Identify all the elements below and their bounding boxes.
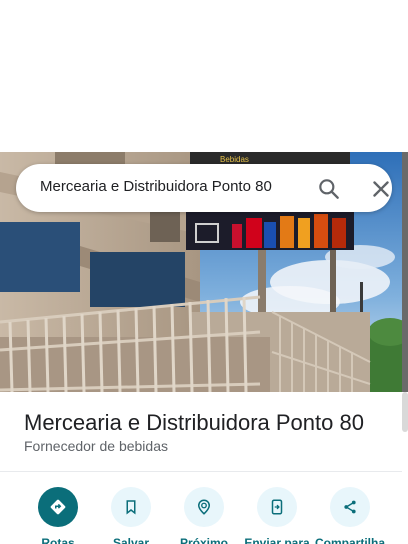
nearby-label: Próximo: [179, 536, 228, 544]
map-blank-area: [0, 0, 408, 152]
search-icon[interactable]: [316, 176, 342, 202]
search-query[interactable]: Mercearia e Distribuidora Ponto 80: [40, 178, 272, 195]
directions-label: Rotas: [41, 536, 75, 544]
send-to-phone-button[interactable]: Enviar para: [239, 487, 315, 544]
scrollbar[interactable]: [402, 392, 408, 432]
directions-icon: [38, 487, 78, 527]
send-to-phone-label: Enviar para: [244, 536, 310, 544]
share-icon: [330, 487, 370, 527]
action-bar: Rotas Salvar Próximo Enviar para Compart…: [0, 472, 408, 544]
share-label: Compartilha: [314, 536, 385, 544]
nearby-button[interactable]: Próximo: [166, 487, 242, 544]
place-category[interactable]: Fornecedor de bebidas: [24, 438, 168, 454]
send-to-phone-icon: [257, 487, 297, 527]
place-info-panel: Mercearia e Distribuidora Ponto 80 Forne…: [0, 392, 402, 472]
nearby-icon: [184, 487, 224, 527]
save-button[interactable]: Salvar: [93, 487, 169, 544]
share-button[interactable]: Compartilha: [312, 487, 388, 544]
directions-button[interactable]: Rotas: [20, 487, 96, 544]
save-label: Salvar: [112, 536, 150, 544]
search-bar[interactable]: Mercearia e Distribuidora Ponto 80: [16, 164, 392, 212]
place-title: Mercearia e Distribuidora Ponto 80: [24, 410, 364, 435]
sign-text: Bebidas: [220, 155, 249, 164]
close-icon[interactable]: [368, 176, 394, 202]
bookmark-icon: [111, 487, 151, 527]
